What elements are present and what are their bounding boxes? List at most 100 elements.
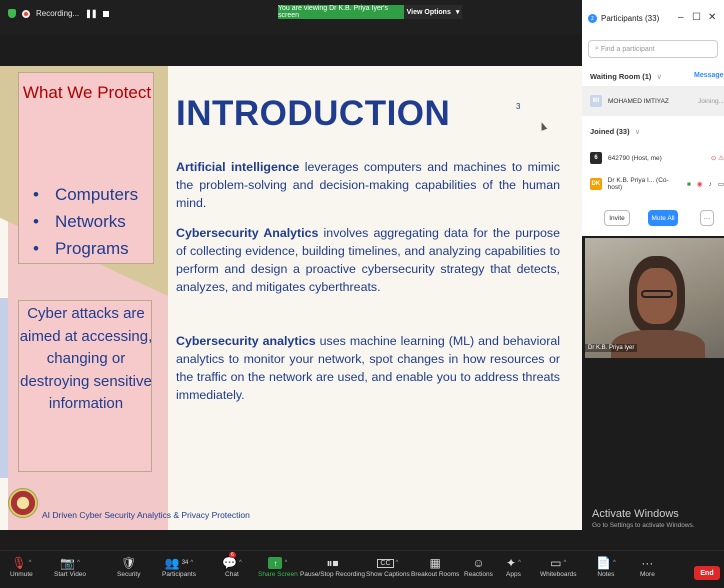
chevron-up-icon[interactable]: ^ — [29, 560, 32, 566]
chevron-up-icon[interactable]: ^ — [239, 560, 242, 566]
video-name-label: Dr K.B. Priya Iyer — [585, 344, 638, 352]
search-icon: ⌕ — [595, 45, 599, 52]
participants-button[interactable]: 👥 34 ^ Participants — [162, 555, 196, 578]
more-button[interactable]: ··· More — [640, 555, 655, 578]
participant-name: MOHAMED IMTIYAZ — [608, 97, 669, 105]
pause-recording-icon[interactable]: ❚❚ — [85, 9, 97, 18]
participant-video-tile[interactable]: Dr K.B. Priya Iyer — [585, 238, 724, 358]
stop-recording-icon[interactable] — [102, 10, 109, 17]
message-link[interactable]: Message — [694, 72, 724, 79]
chat-badge: 6 — [229, 552, 236, 558]
paragraph-cyber-analytics-1: Cybersecurity Analytics involves aggrega… — [176, 224, 560, 296]
what-we-protect-title: What We Protect — [22, 83, 152, 102]
shield-icon — [8, 9, 16, 18]
security-button[interactable]: 🛡 Security — [117, 555, 140, 578]
waiting-room-header[interactable]: Waiting Room (1) ∨ — [590, 72, 662, 81]
speaker-glasses — [641, 290, 673, 298]
notes-button[interactable]: 📄 ^ Notes — [596, 555, 616, 578]
toolbar-label: Pause/Stop Recording — [300, 571, 366, 578]
what-we-protect-box: What We Protect Computers Networks Progr… — [18, 72, 154, 264]
breakout-rooms-icon: ▦ — [429, 556, 441, 570]
joining-status: Joining... — [697, 97, 724, 105]
search-placeholder: Find a participant — [600, 45, 655, 53]
toolbar-label: Reactions — [464, 571, 493, 578]
waiting-participant-row[interactable]: MI MOHAMED IMTIYAZ Joining... — [582, 86, 724, 116]
list-item: Programs — [33, 235, 138, 262]
chevron-up-icon[interactable]: ^ — [190, 560, 193, 566]
participants-icon: 👥 — [164, 556, 180, 570]
end-meeting-button[interactable]: End — [694, 566, 720, 580]
start-video-button[interactable]: 📷 ^ Start Video — [54, 555, 86, 578]
activate-subtitle: Go to Settings to activate Windows. — [592, 522, 695, 529]
slide-title: INTRODUCTION — [176, 94, 451, 133]
viewing-banner: You are viewing Dr K.B. Priya Iyer's scr… — [278, 5, 404, 19]
view-options-label: View Options — [406, 8, 451, 16]
chevron-down-icon: ∨ — [656, 72, 662, 81]
share-screen-button[interactable]: ↑ ^ Share Screen — [258, 555, 298, 578]
view-options-button[interactable]: View Options ▾ — [404, 5, 462, 19]
more-options-button[interactable]: ··· — [700, 210, 714, 226]
show-captions-button[interactable]: CC ^ Show Captions — [366, 555, 410, 578]
list-item: Computers — [33, 181, 138, 208]
reactions-button[interactable]: ☺ Reactions — [464, 555, 493, 578]
paragraph-ai-term: Artificial intelligence — [176, 160, 300, 174]
pause-stop-icon: ⏸⏹ — [326, 555, 339, 570]
toolbar-label: Show Captions — [366, 571, 410, 578]
toolbar-label: Participants — [162, 571, 196, 578]
invite-button[interactable]: Invite — [604, 210, 630, 226]
chevron-down-icon: ∨ — [634, 127, 641, 136]
microphone-icon[interactable]: ♪ — [709, 181, 712, 188]
slide-blue-band — [0, 298, 8, 478]
toolbar-label: Breakout Rooms — [411, 571, 460, 578]
maximize-icon[interactable]: ☐ — [692, 12, 701, 23]
paragraph-term: Cybersecurity Analytics — [176, 226, 319, 240]
avatar: MI — [590, 95, 602, 107]
record-icon — [22, 9, 30, 18]
more-icon: ··· — [641, 556, 654, 570]
zoom-logo-icon: z — [588, 14, 597, 23]
list-item: Networks — [33, 208, 138, 235]
avatar: DK — [590, 178, 602, 190]
toolbar-label: Share Screen — [258, 571, 298, 578]
chevron-up-icon[interactable]: ^ — [613, 560, 616, 566]
participant-row-host[interactable]: 6 642790 (Host, me) ⊙ ⚠ — [590, 152, 724, 164]
protect-list: Computers Networks Programs — [33, 181, 138, 262]
waiting-participant: MI MOHAMED IMTIYAZ Joining... — [590, 95, 724, 107]
recording-indicator: Recording... ❚❚ — [8, 9, 109, 18]
chat-icon: 💬 — [222, 556, 237, 570]
cyber-attacks-box: Cyber attacks are aimed at accessing, ch… — [18, 300, 152, 472]
toolbar-label: Whiteboards — [540, 571, 577, 578]
paragraph-cyber-analytics-2: Cybersecurity analytics uses machine lea… — [176, 332, 560, 404]
participant-name: 642790 (Host, me) — [608, 154, 662, 162]
joined-header[interactable]: Joined (33) ∨ — [590, 127, 640, 136]
participant-name: Dr K.B. Priya I... (Co-host) — [607, 177, 669, 191]
video-icon[interactable]: ▭ — [718, 180, 724, 188]
notes-icon: 📄 — [596, 556, 611, 570]
minimize-icon[interactable]: – — [678, 12, 684, 23]
chevron-up-icon[interactable]: ^ — [564, 560, 567, 566]
chevron-up-icon[interactable]: ^ — [77, 560, 80, 566]
breakout-rooms-button[interactable]: ▦ Breakout Rooms — [411, 555, 459, 578]
apps-button[interactable]: ✦ ^ Apps — [506, 555, 521, 578]
chevron-up-icon[interactable]: ^ — [396, 560, 399, 566]
meeting-toolbar: 🎙 ^ Unmute 📷 ^ Start Video 🛡 Security 👥 34 ^… — [0, 550, 724, 588]
whiteboards-button[interactable]: ▭ ^ Whiteboards — [540, 555, 577, 578]
screen-share-icon: ■ — [686, 180, 691, 188]
audio-muted-icon[interactable]: ⊙ ⚠ — [711, 154, 724, 162]
chevron-up-icon[interactable]: ^ — [518, 560, 521, 566]
pause-stop-recording-button[interactable]: ⏸⏹ Pause/Stop Recording — [300, 555, 366, 579]
participants-panel: z Participants (33) – ☐ ✕ ⌕ Find a parti… — [582, 0, 724, 236]
record-icon: ◉ — [696, 181, 703, 188]
toolbar-label: Notes — [597, 571, 615, 578]
mute-all-button[interactable]: Mute All — [648, 210, 678, 226]
chat-button[interactable]: 💬 6 ^ Chat — [222, 552, 242, 578]
participant-count: 34 — [181, 560, 189, 566]
close-icon[interactable]: ✕ — [708, 12, 716, 23]
apps-icon: ✦ — [506, 556, 517, 570]
whiteboard-icon: ▭ — [550, 556, 562, 570]
participant-row-cohost[interactable]: DK Dr K.B. Priya I... (Co-host) ■ ◉ ♪ ▭ — [590, 177, 724, 191]
chevron-up-icon[interactable]: ^ — [284, 560, 287, 566]
participant-search-input[interactable]: ⌕ Find a participant — [588, 40, 718, 58]
unmute-button[interactable]: 🎙 ^ Unmute — [10, 555, 33, 578]
captions-icon: CC — [377, 558, 394, 568]
